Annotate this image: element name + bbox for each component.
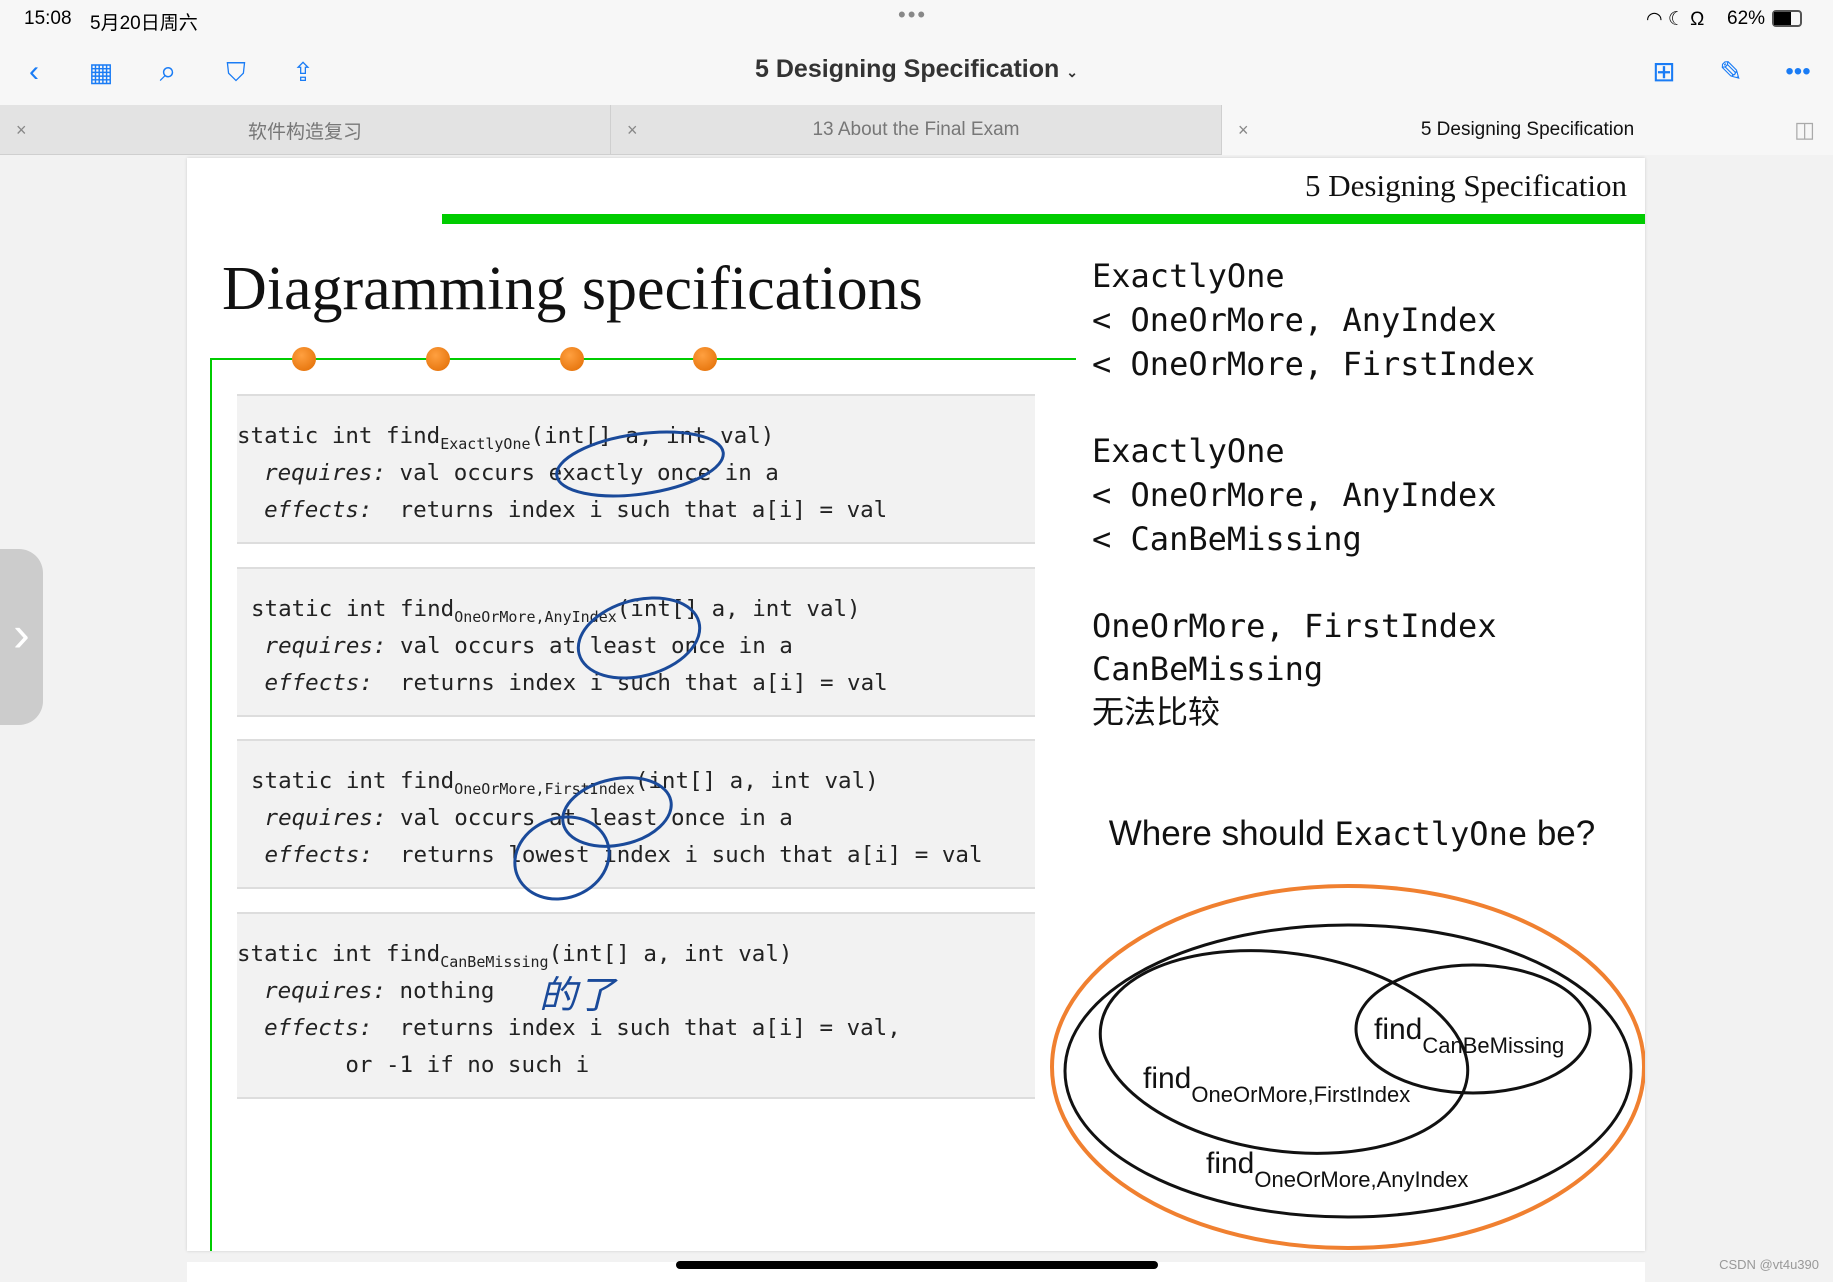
close-icon[interactable]: × [627, 120, 638, 141]
tab-final-exam[interactable]: × 13 About the Final Exam [611, 105, 1222, 155]
pencil-icon[interactable]: ✎ [1711, 52, 1751, 92]
venn-diagram [1050, 884, 1645, 1250]
document-title-dropdown[interactable]: 5 Designing Specification ⌄ [0, 55, 1833, 84]
battery-percent: 62% [1727, 8, 1766, 29]
tab-label: 软件构造复习 [247, 121, 362, 143]
toolbar: ‹ ▦ ⌕ ⛉ ⇪ 5 Designing Specification ⌄ ⊞ … [0, 40, 1833, 105]
multitask-dots-icon[interactable]: ••• [898, 2, 927, 28]
home-indicator[interactable] [676, 1261, 1158, 1269]
tab-bar: × 软件构造复习 × 13 About the Final Exam × 5 Desi… [0, 105, 1833, 155]
sidebar-handle[interactable]: › [0, 549, 43, 725]
battery-icon [1772, 10, 1802, 27]
wifi-moon-headphones-icon: ◠ ☾ Ω [1646, 9, 1705, 30]
date: 5月20日周六 [90, 13, 198, 34]
venn-label-can-be-missing: findCanBeMissing [1374, 1013, 1565, 1058]
tab-designing-specification[interactable]: × 5 Designing Specification ◫ [1222, 105, 1833, 155]
split-view-icon[interactable]: ◫ [1794, 117, 1815, 143]
tab-label: 13 About the Final Exam [812, 119, 1020, 140]
status-bar: 15:08 5月20日周六 ••• ◠ ☾ Ω 62% [0, 0, 1833, 40]
close-icon[interactable]: × [1238, 120, 1249, 141]
time: 15:08 [24, 8, 72, 29]
watermark: CSDN @vt4u390 [1719, 1257, 1819, 1272]
venn-label-first-index: findOneOrMore,FirstIndex [1143, 1062, 1411, 1107]
slide-page: 5 Designing Specification Diagramming sp… [187, 158, 1645, 1251]
more-icon[interactable]: ••• [1778, 52, 1818, 92]
venn-label-any-index: findOneOrMore,AnyIndex [1206, 1147, 1469, 1192]
close-icon[interactable]: × [16, 120, 27, 141]
tab-label: 5 Designing Specification [1420, 119, 1635, 140]
add-page-icon[interactable]: ⊞ [1644, 52, 1684, 92]
chevron-down-icon: ⌄ [1066, 64, 1078, 80]
tab-software-review[interactable]: × 软件构造复习 [0, 105, 611, 155]
